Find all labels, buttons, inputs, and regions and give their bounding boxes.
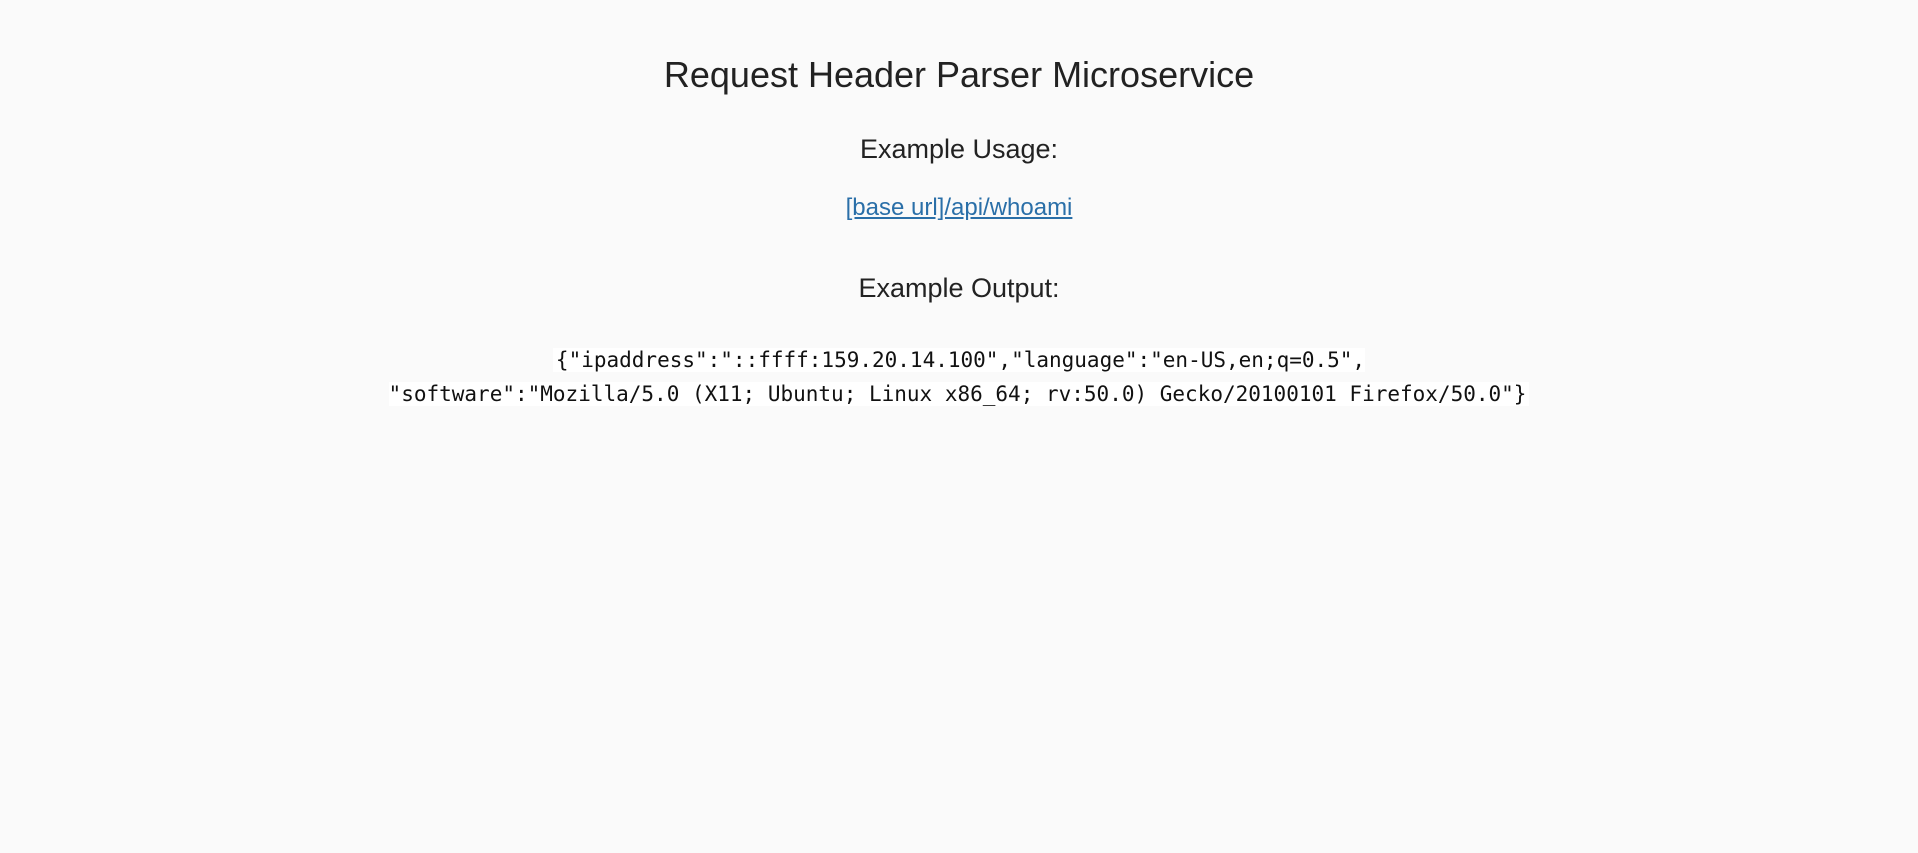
example-usage-heading: Example Usage: [859, 134, 1059, 164]
page-title: Request Header Parser Microservice [663, 54, 1255, 95]
api-whoami-link[interactable]: [base url]/api/whoami [846, 193, 1073, 223]
page-container: Request Header Parser Microservice Examp… [0, 0, 1918, 411]
example-output-code: {"ipaddress":"::ffff:159.20.14.100","lan… [388, 348, 1530, 406]
example-output-line-2: "software":"Mozilla/5.0 (X11; Ubuntu; Li… [388, 382, 1527, 406]
example-output-block: {"ipaddress":"::ffff:159.20.14.100","lan… [334, 343, 1584, 411]
example-output-heading: Example Output: [858, 273, 1060, 303]
example-output-line-1: {"ipaddress":"::ffff:159.20.14.100","lan… [555, 348, 1366, 372]
